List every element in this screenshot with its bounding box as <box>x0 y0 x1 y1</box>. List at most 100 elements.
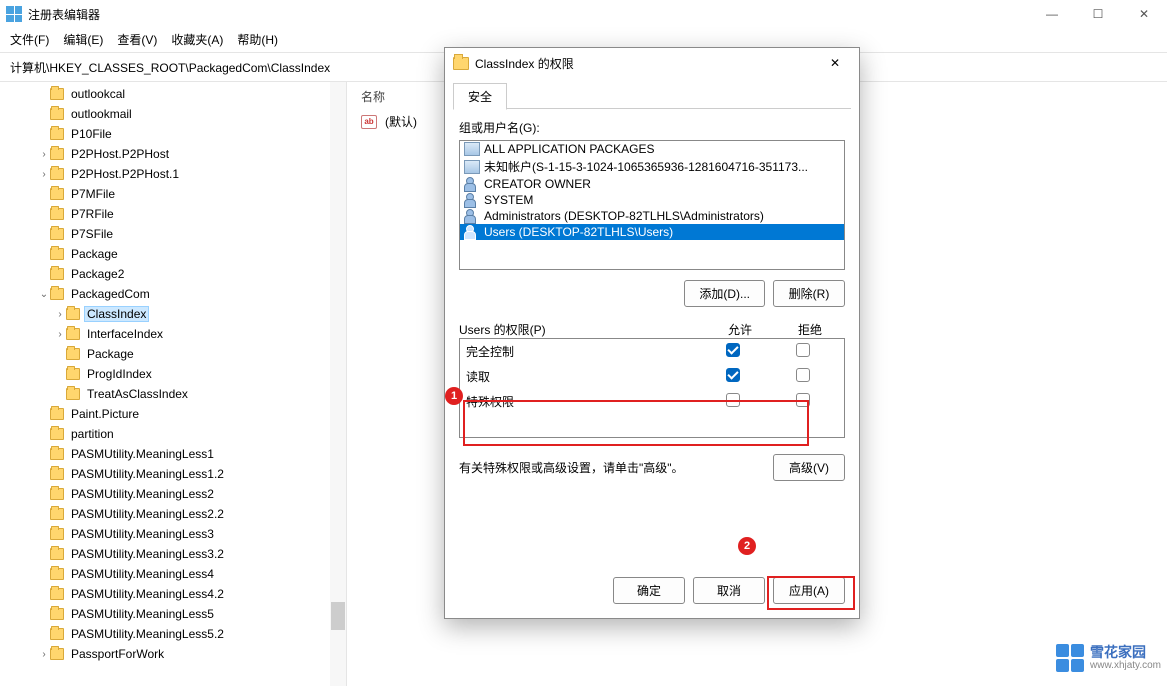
advanced-note: 有关特殊权限或高级设置，请单击"高级"。 <box>459 459 763 476</box>
tree-item[interactable]: PASMUtility.MeaningLess3.2 <box>6 544 346 564</box>
chevron-icon[interactable]: › <box>54 329 66 340</box>
folder-icon <box>50 648 64 660</box>
folder-icon <box>66 328 80 340</box>
folder-icon <box>50 128 64 140</box>
menu-file[interactable]: 文件(F) <box>10 31 49 48</box>
tree-item-label: PASMUtility.MeaningLess4 <box>68 566 217 582</box>
chevron-icon[interactable]: ⌄ <box>38 289 50 300</box>
users-list[interactable]: ALL APPLICATION PACKAGES未知帐户(S-1-15-3-10… <box>459 140 845 270</box>
folder-icon <box>50 168 64 180</box>
cancel-button[interactable]: 取消 <box>693 577 765 604</box>
close-button[interactable]: ✕ <box>1121 0 1167 28</box>
tree-item-label: P10File <box>68 126 115 142</box>
tree-item[interactable]: partition <box>6 424 346 444</box>
chevron-icon[interactable]: › <box>38 149 50 160</box>
advanced-button[interactable]: 高级(V) <box>773 454 845 481</box>
tree-item[interactable]: Paint.Picture <box>6 404 346 424</box>
tree-item[interactable]: PASMUtility.MeaningLess2 <box>6 484 346 504</box>
tree-item[interactable]: ›ClassIndex <box>6 304 346 324</box>
folder-icon <box>50 248 64 260</box>
tree-item[interactable]: TreatAsClassIndex <box>6 384 346 404</box>
chevron-icon[interactable]: › <box>54 309 66 320</box>
tree-pane[interactable]: outlookcaloutlookmailP10File›P2PHost.P2P… <box>0 82 347 686</box>
folder-icon <box>66 348 80 360</box>
menu-favorites[interactable]: 收藏夹(A) <box>171 31 223 48</box>
allow-checkbox[interactable] <box>726 343 740 357</box>
tree-item[interactable]: › PassportForWork <box>6 644 346 664</box>
tree-item[interactable]: PASMUtility.MeaningLess2.2 <box>6 504 346 524</box>
allow-checkbox[interactable] <box>726 368 740 382</box>
folder-icon <box>66 308 80 320</box>
tree-item[interactable]: PASMUtility.MeaningLess1.2 <box>6 464 346 484</box>
package-icon <box>464 142 480 156</box>
tree-item-label: PASMUtility.MeaningLess1 <box>68 446 217 462</box>
tree-item[interactable]: ›P2PHost.P2PHost <box>6 144 346 164</box>
tree-item[interactable]: P7RFile <box>6 204 346 224</box>
folder-icon <box>50 548 64 560</box>
tree-item-label: Package <box>68 246 121 262</box>
watermark: 雪花家园 www.xhjaty.com <box>1056 644 1161 672</box>
folder-icon <box>50 568 64 580</box>
tree-item[interactable]: outlookmail <box>6 104 346 124</box>
tree-item-label: PackagedCom <box>68 286 153 302</box>
user-icon <box>464 209 480 223</box>
tree-item[interactable]: Package2 <box>6 264 346 284</box>
tree-item[interactable]: ⌄ PackagedCom <box>6 284 346 304</box>
minimize-button[interactable]: — <box>1029 0 1075 28</box>
user-icon <box>464 177 480 191</box>
annotation-2: 2 <box>738 537 756 555</box>
tree-item-label: outlookcal <box>68 86 128 102</box>
tree-item[interactable]: PASMUtility.MeaningLess3 <box>6 524 346 544</box>
menu-edit[interactable]: 编辑(E) <box>63 31 103 48</box>
tree-item[interactable]: outlookcal <box>6 84 346 104</box>
chevron-icon[interactable]: › <box>38 649 50 660</box>
deny-checkbox[interactable] <box>796 368 810 382</box>
watermark-url: www.xhjaty.com <box>1090 660 1161 671</box>
annotation-1: 1 <box>445 387 463 405</box>
tree-item-label: PASMUtility.MeaningLess2.2 <box>68 506 227 522</box>
tree-item[interactable]: P7SFile <box>6 224 346 244</box>
user-label: CREATOR OWNER <box>484 177 591 191</box>
tree-item-label: PassportForWork <box>68 646 167 662</box>
tree-item[interactable]: Package <box>6 244 346 264</box>
folder-icon <box>50 428 64 440</box>
tree-item[interactable]: PASMUtility.MeaningLess4 <box>6 564 346 584</box>
tree-item[interactable]: ProgIdIndex <box>6 364 346 384</box>
folder-icon <box>50 208 64 220</box>
scroll-thumb[interactable] <box>331 602 345 630</box>
tree-item-label: PASMUtility.MeaningLess5 <box>68 606 217 622</box>
menu-view[interactable]: 查看(V) <box>117 31 157 48</box>
scrollbar[interactable] <box>330 82 346 686</box>
tree-item[interactable]: ›InterfaceIndex <box>6 324 346 344</box>
tree-item[interactable]: PASMUtility.MeaningLess5.2 <box>6 624 346 644</box>
user-label: 未知帐户(S-1-15-3-1024-1065365936-1281604716… <box>484 158 808 175</box>
maximize-button[interactable]: ☐ <box>1075 0 1121 28</box>
tree-item[interactable]: › P2PHost.P2PHost.1 <box>6 164 346 184</box>
user-list-item[interactable]: SYSTEM <box>460 192 844 208</box>
user-list-item[interactable]: Users (DESKTOP-82TLHLS\Users) <box>460 224 844 240</box>
folder-icon <box>66 368 80 380</box>
add-button[interactable]: 添加(D)... <box>684 280 765 307</box>
user-list-item[interactable]: CREATOR OWNER <box>460 176 844 192</box>
menu-help[interactable]: 帮助(H) <box>237 31 278 48</box>
tree-item[interactable]: PASMUtility.MeaningLess4.2 <box>6 584 346 604</box>
deny-checkbox[interactable] <box>796 343 810 357</box>
tree-item-label: PASMUtility.MeaningLess4.2 <box>68 586 227 602</box>
tree-item[interactable]: Package <box>6 344 346 364</box>
user-list-item[interactable]: ALL APPLICATION PACKAGES <box>460 141 844 157</box>
permissions-dialog: ClassIndex 的权限 ✕ 安全 组或用户名(G): ALL APPLIC… <box>444 47 860 619</box>
chevron-icon[interactable]: › <box>38 169 50 180</box>
user-list-item[interactable]: 未知帐户(S-1-15-3-1024-1065365936-1281604716… <box>460 157 844 176</box>
tree-item-label: outlookmail <box>68 106 135 122</box>
dialog-close-button[interactable]: ✕ <box>815 56 855 70</box>
tree-item-label: P7SFile <box>68 226 116 242</box>
tree-item-label: P2PHost.P2PHost.1 <box>68 166 182 182</box>
user-list-item[interactable]: Administrators (DESKTOP-82TLHLS\Administ… <box>460 208 844 224</box>
tab-security[interactable]: 安全 <box>453 83 507 110</box>
ok-button[interactable]: 确定 <box>613 577 685 604</box>
remove-button[interactable]: 删除(R) <box>773 280 845 307</box>
tree-item[interactable]: P10File <box>6 124 346 144</box>
tree-item[interactable]: PASMUtility.MeaningLess1 <box>6 444 346 464</box>
tree-item[interactable]: P7MFile <box>6 184 346 204</box>
tree-item[interactable]: PASMUtility.MeaningLess5 <box>6 604 346 624</box>
